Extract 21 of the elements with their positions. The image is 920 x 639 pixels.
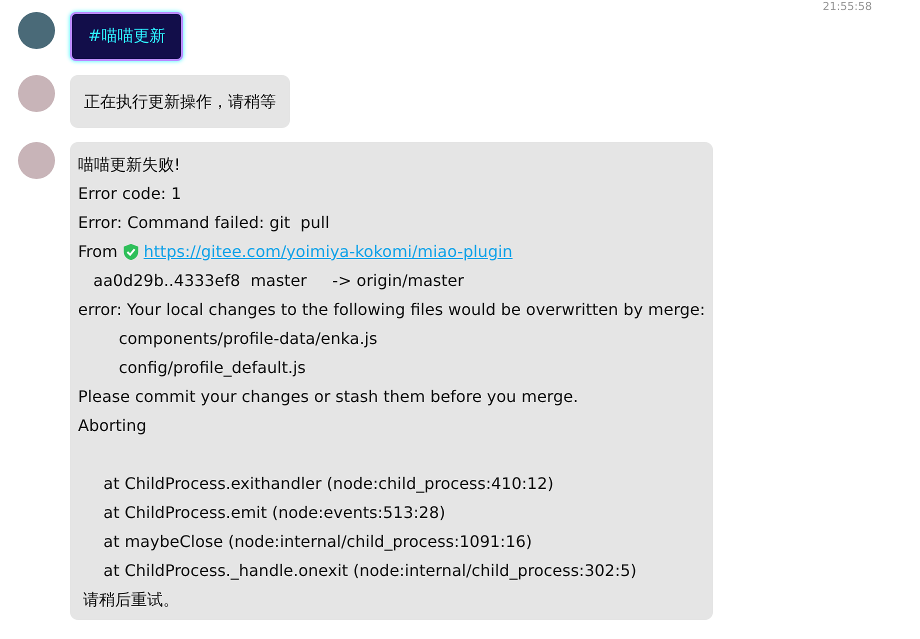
message-line: Error: Command failed: git pull [78,212,331,234]
message-line: 请稍后重试。 [82,589,180,611]
shield-check-icon [122,242,140,260]
message-line: at maybeClose (node:internal/child_process:1091:16) [102,531,534,553]
tag-sticker: #喵喵更新 [70,12,184,61]
message-line: at ChildProcess._handle.onexit (node:internal/child_process:302:5) [102,560,638,582]
avatar[interactable] [18,12,55,49]
message-time: 21:55:58 [822,0,872,13]
message-line: From [78,241,118,263]
message-line: at ChildProcess.exithandler (node:child_process:410:12) [102,473,555,495]
message-line: at ChildProcess.emit (node:events:513:28) [102,502,446,524]
message-line: 喵喵更新失败! [78,154,182,176]
message-line: config/profile_default.js [118,357,307,379]
message-line: 正在执行更新操作，请稍等 [84,91,276,113]
message-line: components/profile-data/enka.js [118,328,378,350]
url-link[interactable]: https://gitee.com/yoimiya-kokomi/miao-plugin [144,237,513,266]
message-line: error: Your local changes to the following files would be overwritten by merge: [78,299,706,321]
message-line: aa0d29b..4333ef8 master -> origin/master [92,270,465,292]
message-line: Aborting [78,415,148,437]
message-line: Error code: 1 [78,183,182,205]
message-line: Please commit your changes or stash them before you merge. [78,386,580,408]
